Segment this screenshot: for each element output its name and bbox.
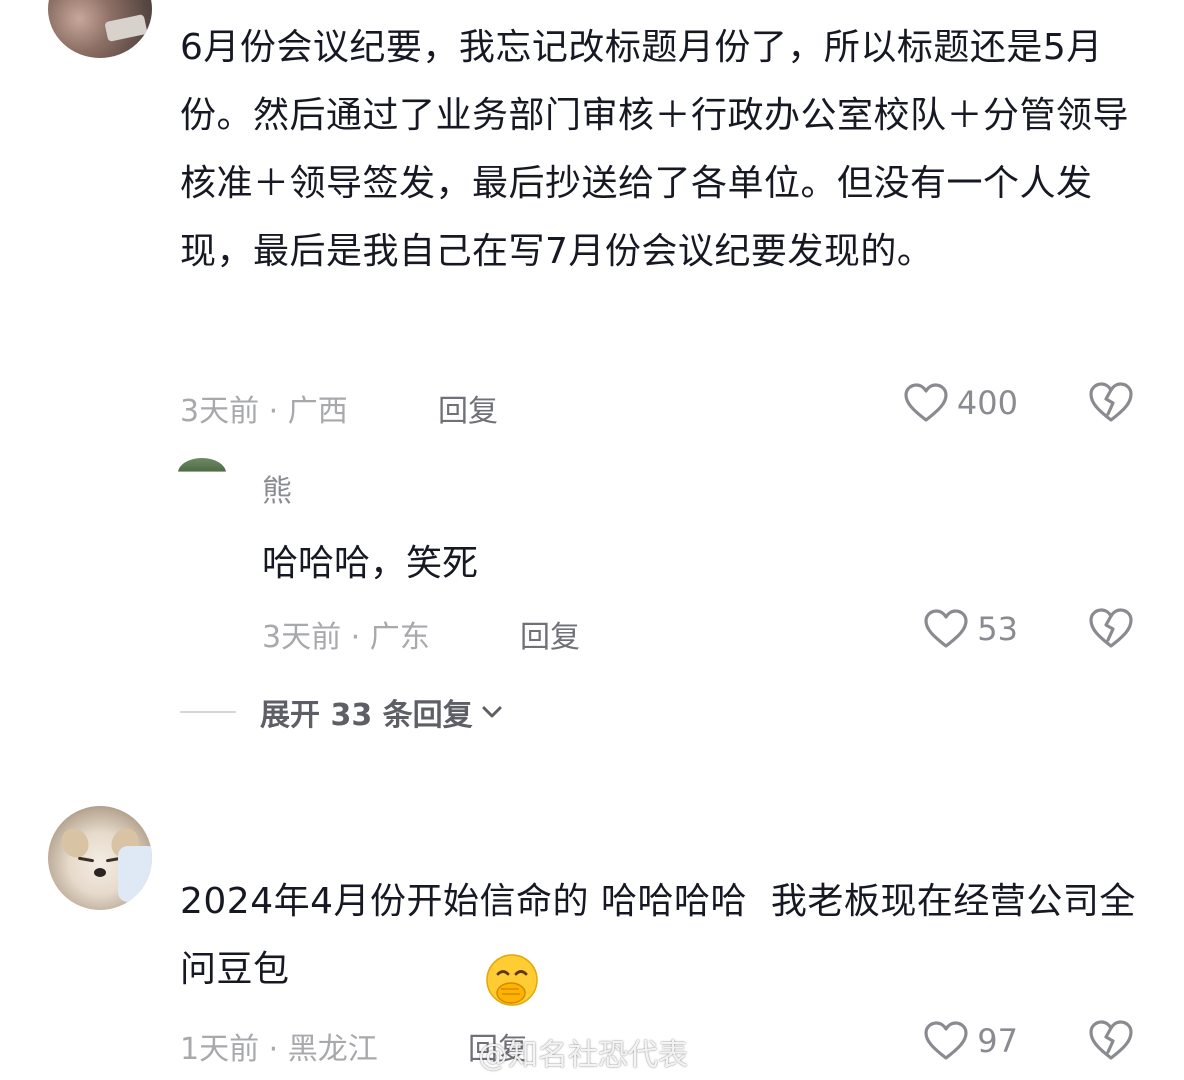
comment-meta: 3天前 · 广西 [180, 394, 348, 429]
reply-button[interactable]: 回复 [438, 386, 498, 430]
like-count: 400 [956, 384, 1018, 422]
reply-text: 哈哈哈，笑死 [262, 543, 479, 584]
reply-button[interactable]: 回复 [520, 612, 580, 656]
like-button[interactable]: 400 [903, 382, 1018, 424]
expand-replies-button[interactable]: 展开 33 条回复 [180, 690, 505, 734]
chevron-down-icon [482, 706, 502, 718]
covering-mouth-smile-emoji [486, 954, 538, 1006]
broken-heart-icon [1089, 382, 1133, 422]
like-button[interactable]: 53 [923, 608, 1018, 650]
like-count: 53 [977, 610, 1018, 648]
comment-text: 6月份会议纪要，我忘记改标题月份了，所以标题还是5月份。然后通过了业务部门审核＋… [180, 27, 1130, 272]
dislike-button[interactable] [1088, 606, 1134, 654]
heart-outline-icon [904, 383, 948, 422]
comment-text: 2024年4月份开始信命的 哈哈哈哈 我老板现在经营公司全问豆包 [180, 881, 1136, 990]
avatar-detail [56, 823, 94, 863]
avatar[interactable] [48, 0, 152, 58]
comment-list: 6月份会议纪要，我忘记改标题月份了，所以标题还是5月份。然后通过了业务部门审核＋… [0, 0, 1184, 1080]
reply-username[interactable]: 熊 [262, 466, 292, 510]
avatar-detail [94, 868, 106, 877]
expand-replies-label: 展开 33 条回复 [260, 698, 473, 733]
broken-heart-icon [1089, 608, 1133, 648]
like-count: 97 [977, 1022, 1018, 1060]
avatar-detail [77, 856, 95, 863]
divider [180, 711, 236, 713]
heart-outline-icon [924, 1021, 968, 1060]
heart-outline-icon [924, 609, 968, 648]
dislike-button[interactable] [1088, 380, 1134, 428]
avatar-detail [118, 846, 152, 902]
like-button[interactable]: 97 [923, 1020, 1018, 1062]
avatar-detail [104, 14, 148, 42]
comment-meta: 1天前 · 黑龙江 [180, 1032, 378, 1067]
broken-heart-icon [1089, 1020, 1133, 1060]
reply-meta: 3天前 · 广东 [262, 620, 430, 655]
reply-avatar[interactable] [178, 458, 226, 488]
avatar[interactable] [48, 806, 152, 910]
dislike-button[interactable] [1088, 1018, 1134, 1066]
watermark: @知名社恐代表 [478, 1038, 688, 1073]
